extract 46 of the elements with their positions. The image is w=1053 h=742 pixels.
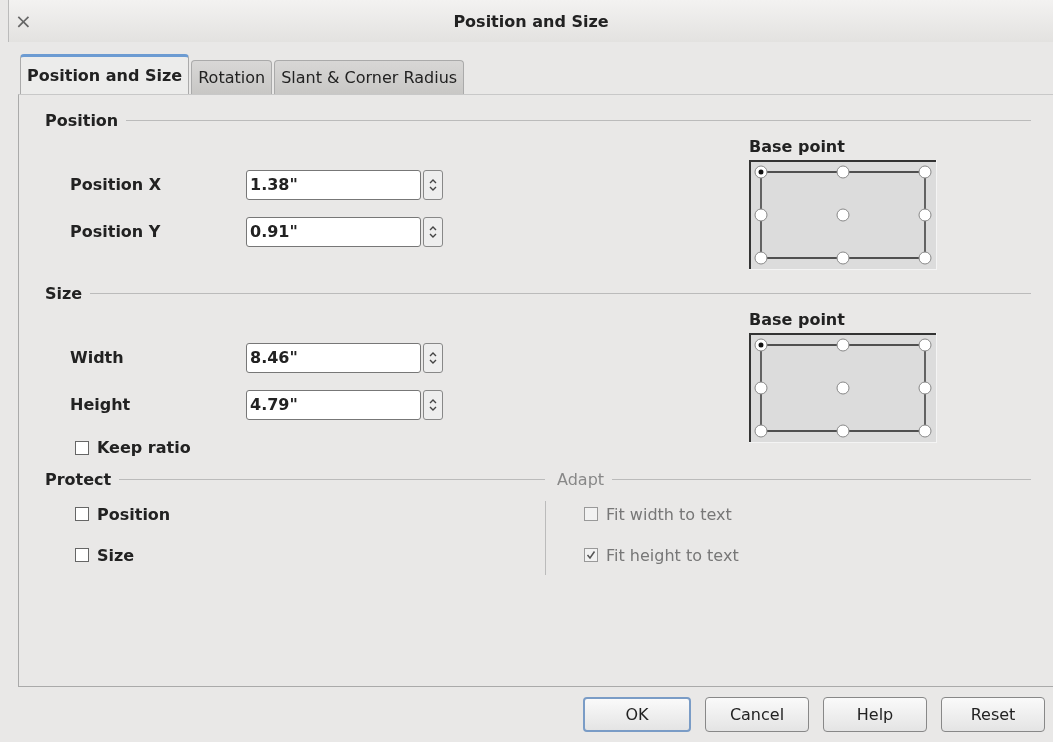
- base-point-radio[interactable]: [754, 208, 768, 222]
- dialog-button[interactable]: Cancel: [705, 697, 809, 732]
- dialog-button[interactable]: OK: [583, 697, 691, 732]
- base-point-radio[interactable]: [754, 424, 768, 438]
- base-point-radio[interactable]: [754, 251, 768, 265]
- base-point-radio[interactable]: [836, 251, 850, 265]
- section-heading: Protect: [45, 470, 112, 489]
- dialog-button[interactable]: Reset: [941, 697, 1045, 732]
- base-point-label: Base point: [749, 137, 846, 156]
- base-point-radio[interactable]: [918, 338, 932, 352]
- tab[interactable]: Rotation: [191, 60, 273, 94]
- base-point-radio[interactable]: [754, 381, 768, 395]
- base-point-radio[interactable]: [918, 381, 932, 395]
- field-label: Position Y: [69, 222, 162, 241]
- checkbox[interactable]: Position: [75, 504, 171, 524]
- base-point-radio[interactable]: [918, 251, 932, 265]
- base-point-radio[interactable]: [836, 208, 850, 222]
- base-point-radio[interactable]: [918, 208, 932, 222]
- tab[interactable]: Position and Size: [20, 54, 190, 94]
- field-label: Width: [69, 348, 125, 367]
- field-label: Height: [69, 395, 132, 414]
- field-label: Position X: [69, 175, 163, 194]
- base-point-label: Base point: [749, 310, 846, 329]
- spin-arrows-icon[interactable]: [423, 216, 443, 247]
- base-point-grid[interactable]: [749, 160, 937, 270]
- base-point-radio[interactable]: [754, 165, 768, 179]
- section-heading: Adapt: [557, 470, 605, 489]
- checkbox[interactable]: Size: [75, 545, 135, 565]
- base-point-grid[interactable]: [749, 333, 937, 443]
- base-point-radio[interactable]: [918, 165, 932, 179]
- section-heading: Size: [45, 283, 83, 303]
- base-point-radio[interactable]: [836, 424, 850, 438]
- base-point-radio[interactable]: [754, 338, 768, 352]
- base-point-radio[interactable]: [836, 381, 850, 395]
- dialog-button[interactable]: Help: [823, 697, 927, 732]
- base-point-radio[interactable]: [836, 165, 850, 179]
- section-heading: Position: [45, 110, 119, 130]
- base-point-radio[interactable]: [836, 338, 850, 352]
- spin-arrows-icon[interactable]: [423, 389, 443, 420]
- close-button[interactable]: ×: [9, 9, 38, 33]
- spin-arrows-icon[interactable]: [423, 342, 443, 373]
- window-title: Position and Size: [453, 11, 609, 31]
- base-point-radio[interactable]: [918, 424, 932, 438]
- spin-arrows-icon[interactable]: [423, 169, 443, 200]
- tab[interactable]: Slant & Corner Radius: [274, 60, 465, 94]
- checkbox[interactable]: Keep ratio: [75, 438, 191, 457]
